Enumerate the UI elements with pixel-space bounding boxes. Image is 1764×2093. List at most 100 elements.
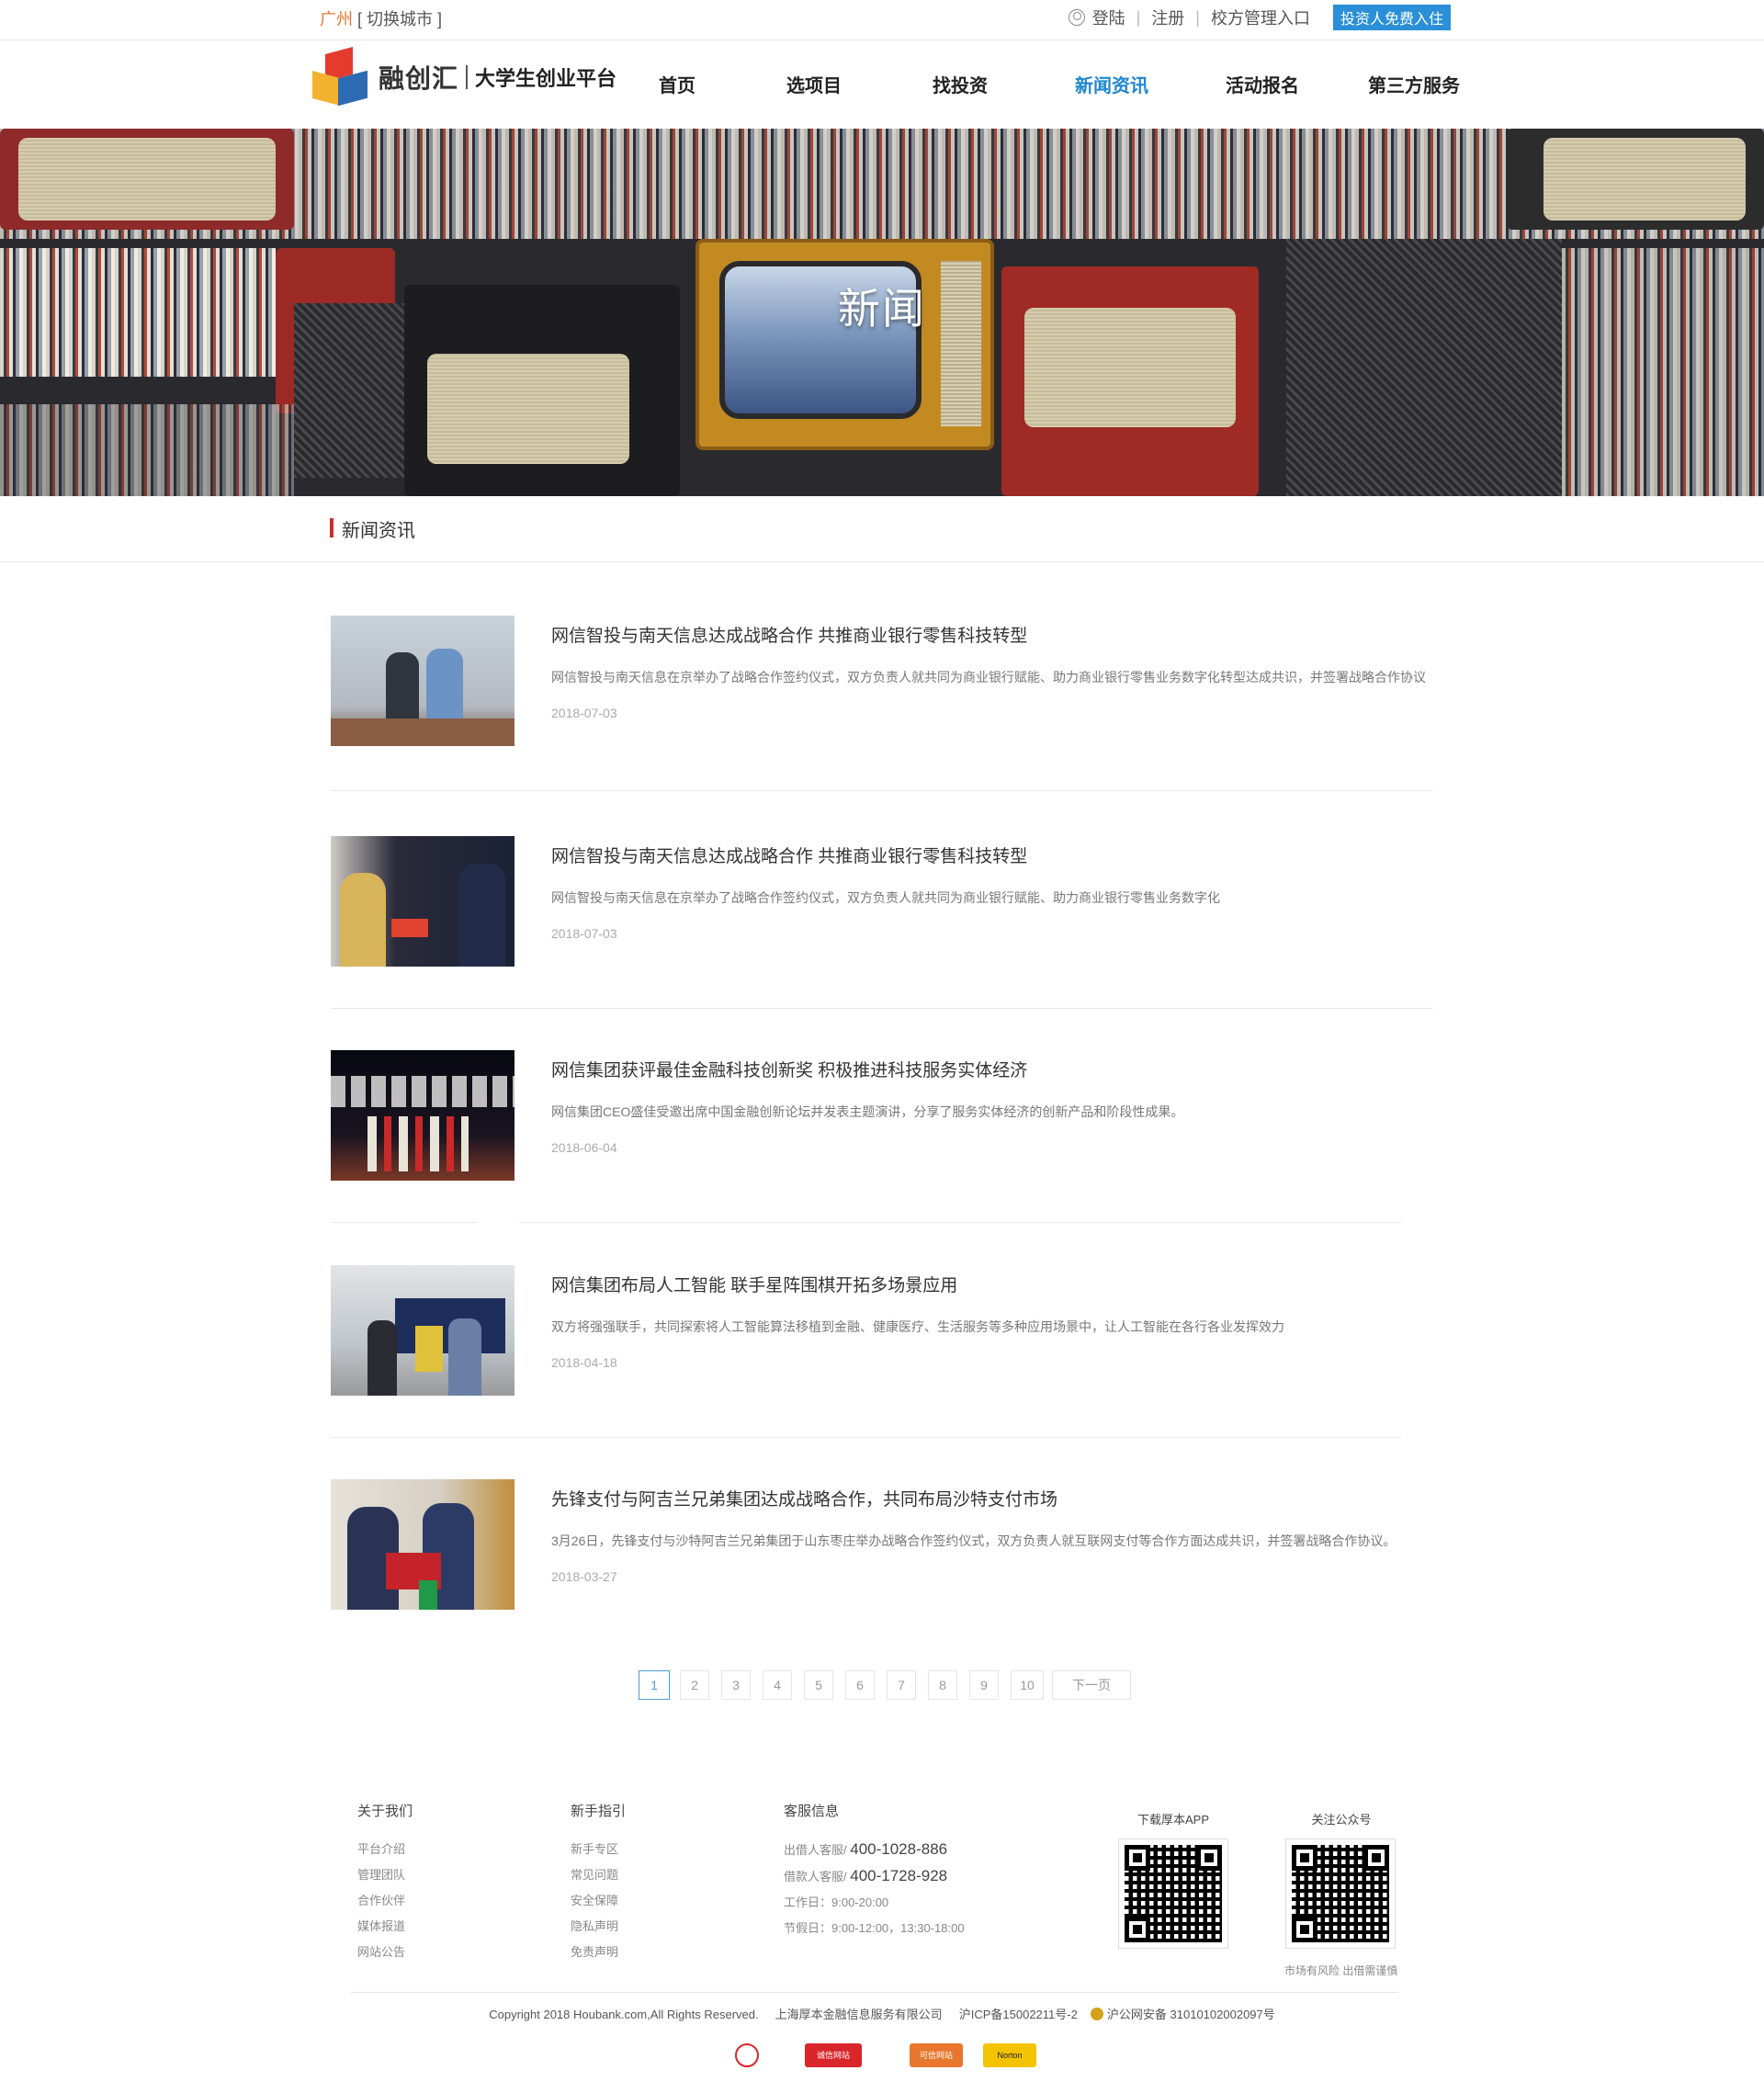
footer-about: 关于我们 平台介绍 管理团队 合作伙伴 媒体报道 网站公告 xyxy=(357,1801,413,1965)
nav-item-news[interactable]: 新闻资讯 xyxy=(1075,71,1148,97)
top-bar: 广州 [ 切换城市 ] 登陆 | 注册 | 校方管理入口 投资人免费入住 xyxy=(0,0,1764,40)
trusted-site-badge[interactable]: 可信网站 xyxy=(910,2043,963,2067)
nav-item-third-party[interactable]: 第三方服务 xyxy=(1368,71,1460,97)
borrower-hotline: 借款人客服/ 400-1728-928 xyxy=(784,1863,965,1890)
footer-divider xyxy=(351,1992,1398,1993)
icp-link[interactable]: 沪ICP备15002211号-2 xyxy=(959,2008,1078,2021)
divider: | xyxy=(1195,7,1200,27)
page-button[interactable]: 9 xyxy=(969,1670,999,1700)
city-selector[interactable]: 广州 [ 切换城市 ] xyxy=(320,6,442,30)
footer-heading: 客服信息 xyxy=(784,1804,840,1819)
footer-service: 客服信息 出借人客服/ 400-1028-886 借款人客服/ 400-1728… xyxy=(784,1801,965,1941)
wechat-heading: 关注公众号 xyxy=(1311,1813,1372,1827)
footer: 关于我们 平台介绍 管理团队 合作伙伴 媒体报道 网站公告 新手指引 新手专区 … xyxy=(0,1801,1764,2093)
section-accent-bar xyxy=(330,518,334,537)
footer-link-platform[interactable]: 平台介绍 xyxy=(357,1837,413,1862)
nav-item-projects[interactable]: 选项目 xyxy=(786,71,842,97)
user-icon xyxy=(1068,9,1085,26)
page-button[interactable]: 8 xyxy=(928,1670,957,1700)
page-button[interactable]: 6 xyxy=(845,1670,875,1700)
news-date: 2018-07-03 xyxy=(551,926,617,941)
page-button[interactable]: 3 xyxy=(721,1670,751,1700)
police-record-link[interactable]: 沪公网安备 31010102002097号 xyxy=(1107,2008,1275,2021)
lender-hotline: 出借人客服/ 400-1028-886 xyxy=(784,1837,965,1863)
news-date: 2018-06-04 xyxy=(551,1140,617,1155)
logo-brand: 融创汇 xyxy=(379,64,459,93)
main-navigation: 融创汇 大学生创业平台 首页 选项目 找投资 新闻资讯 活动报名 第三方服务 xyxy=(0,41,1764,129)
news-thumbnail[interactable] xyxy=(331,1479,514,1610)
logo-cube-icon xyxy=(312,46,369,107)
logo-slogan: 大学生创业平台 xyxy=(475,67,617,90)
divider xyxy=(331,1437,1401,1438)
footer-link-newbie[interactable]: 新手专区 xyxy=(571,1837,626,1862)
news-thumbnail[interactable] xyxy=(331,1265,514,1396)
account-links: 登陆 | 注册 | 校方管理入口 投资人免费入住 xyxy=(1068,5,1451,30)
banner-shelf xyxy=(0,404,294,496)
copyright-bar: Copyright 2018 Houbank.com,All Rights Re… xyxy=(0,2005,1764,2022)
page-button[interactable]: 7 xyxy=(887,1670,916,1700)
police-badge-icon xyxy=(1091,2008,1104,2020)
app-qr-code[interactable] xyxy=(1118,1838,1228,1949)
news-thumbnail[interactable] xyxy=(331,1050,514,1181)
nav-item-events[interactable]: 活动报名 xyxy=(1226,71,1299,97)
footer-link-disclaimer[interactable]: 免责声明 xyxy=(571,1940,626,1965)
hero-banner: 新闻 xyxy=(0,129,1764,496)
investor-signup-button[interactable]: 投资人免费入住 xyxy=(1332,5,1451,30)
register-link[interactable]: 注册 xyxy=(1151,6,1184,29)
footer-link-partners[interactable]: 合作伙伴 xyxy=(357,1888,413,1914)
news-title[interactable]: 网信集团获评最佳金融科技创新奖 积极推进科技服务实体经济 xyxy=(551,1057,1027,1081)
credit-site-badge[interactable]: 诚信网站 xyxy=(805,2043,862,2067)
risk-warning: 市场有风险 出借需谨慎 xyxy=(1284,1964,1398,1977)
banner-tv xyxy=(695,239,994,450)
footer-heading: 新手指引 xyxy=(571,1804,627,1819)
site-logo[interactable]: 融创汇 大学生创业平台 xyxy=(312,46,617,107)
nav-item-investment[interactable]: 找投资 xyxy=(933,71,988,97)
switch-city-link[interactable]: [ 切换城市 ] xyxy=(357,10,442,28)
news-title[interactable]: 网信智投与南天信息达成战略合作 共推商业银行零售科技转型 xyxy=(551,843,1027,867)
gov-seal-badge-icon[interactable] xyxy=(735,2043,759,2067)
banner-grill xyxy=(427,354,629,464)
footer-heading: 关于我们 xyxy=(357,1804,413,1819)
footer-guide: 新手指引 新手专区 常见问题 安全保障 隐私声明 免责声明 xyxy=(571,1801,626,1965)
news-thumbnail[interactable] xyxy=(331,836,514,967)
news-title[interactable]: 网信智投与南天信息达成战略合作 共推商业银行零售科技转型 xyxy=(551,622,1027,647)
page-button[interactable]: 1 xyxy=(639,1670,670,1700)
wechat-qr-code[interactable] xyxy=(1285,1838,1396,1949)
norton-badge[interactable]: Norton xyxy=(983,2043,1036,2067)
divider xyxy=(519,1222,1401,1223)
footer-link-team[interactable]: 管理团队 xyxy=(357,1862,413,1888)
logo-divider xyxy=(466,65,469,89)
footer-link-faq[interactable]: 常见问题 xyxy=(571,1862,626,1888)
footer-link-privacy[interactable]: 隐私声明 xyxy=(571,1914,626,1940)
news-title[interactable]: 先锋支付与阿吉兰兄弟集团达成战略合作，共同布局沙特支付市场 xyxy=(551,1486,1057,1510)
banner-grill xyxy=(18,138,276,221)
footer-link-notice[interactable]: 网站公告 xyxy=(357,1940,413,1965)
banner-title: 新闻 xyxy=(838,285,926,333)
news-summary: 3月26日，先锋支付与沙特阿吉兰兄弟集团于山东枣庄举办战略合作签约仪式，双方负责… xyxy=(551,1533,1396,1548)
news-summary: 网信智投与南天信息在京举办了战略合作签约仪式，双方负责人就共同为商业银行赋能、助… xyxy=(551,670,1426,684)
hotline-label: 出借人客服/ xyxy=(784,1843,847,1857)
workday-hours: 工作日：9:00-20:00 xyxy=(784,1895,889,1909)
next-page-button[interactable]: 下一页 xyxy=(1052,1670,1131,1700)
divider xyxy=(331,1222,478,1223)
school-entry-link[interactable]: 校方管理入口 xyxy=(1211,6,1310,29)
page-button[interactable]: 4 xyxy=(763,1670,792,1700)
divider: | xyxy=(1136,7,1141,27)
news-summary: 双方将强强联手，共同探索将人工智能算法移植到金融、健康医疗、生活服务等多种应用场… xyxy=(551,1319,1284,1334)
hotline-number: 400-1728-928 xyxy=(850,1867,948,1884)
news-date: 2018-07-03 xyxy=(551,706,617,720)
login-link[interactable]: 登陆 xyxy=(1092,6,1125,29)
news-date: 2018-03-27 xyxy=(551,1569,617,1584)
page-button[interactable]: 10 xyxy=(1011,1670,1044,1700)
divider xyxy=(331,790,1433,791)
news-thumbnail[interactable] xyxy=(331,616,514,746)
news-date: 2018-04-18 xyxy=(551,1355,617,1370)
footer-link-security[interactable]: 安全保障 xyxy=(571,1888,626,1914)
page-button[interactable]: 2 xyxy=(680,1670,709,1700)
copyright-text: Copyright 2018 Houbank.com,All Rights Re… xyxy=(489,2008,759,2021)
nav-item-home[interactable]: 首页 xyxy=(659,71,695,97)
page-button[interactable]: 5 xyxy=(804,1670,833,1700)
current-city: 广州 xyxy=(320,10,353,28)
footer-link-media[interactable]: 媒体报道 xyxy=(357,1914,413,1940)
news-title[interactable]: 网信集团布局人工智能 联手星阵围棋开拓多场景应用 xyxy=(551,1272,957,1296)
